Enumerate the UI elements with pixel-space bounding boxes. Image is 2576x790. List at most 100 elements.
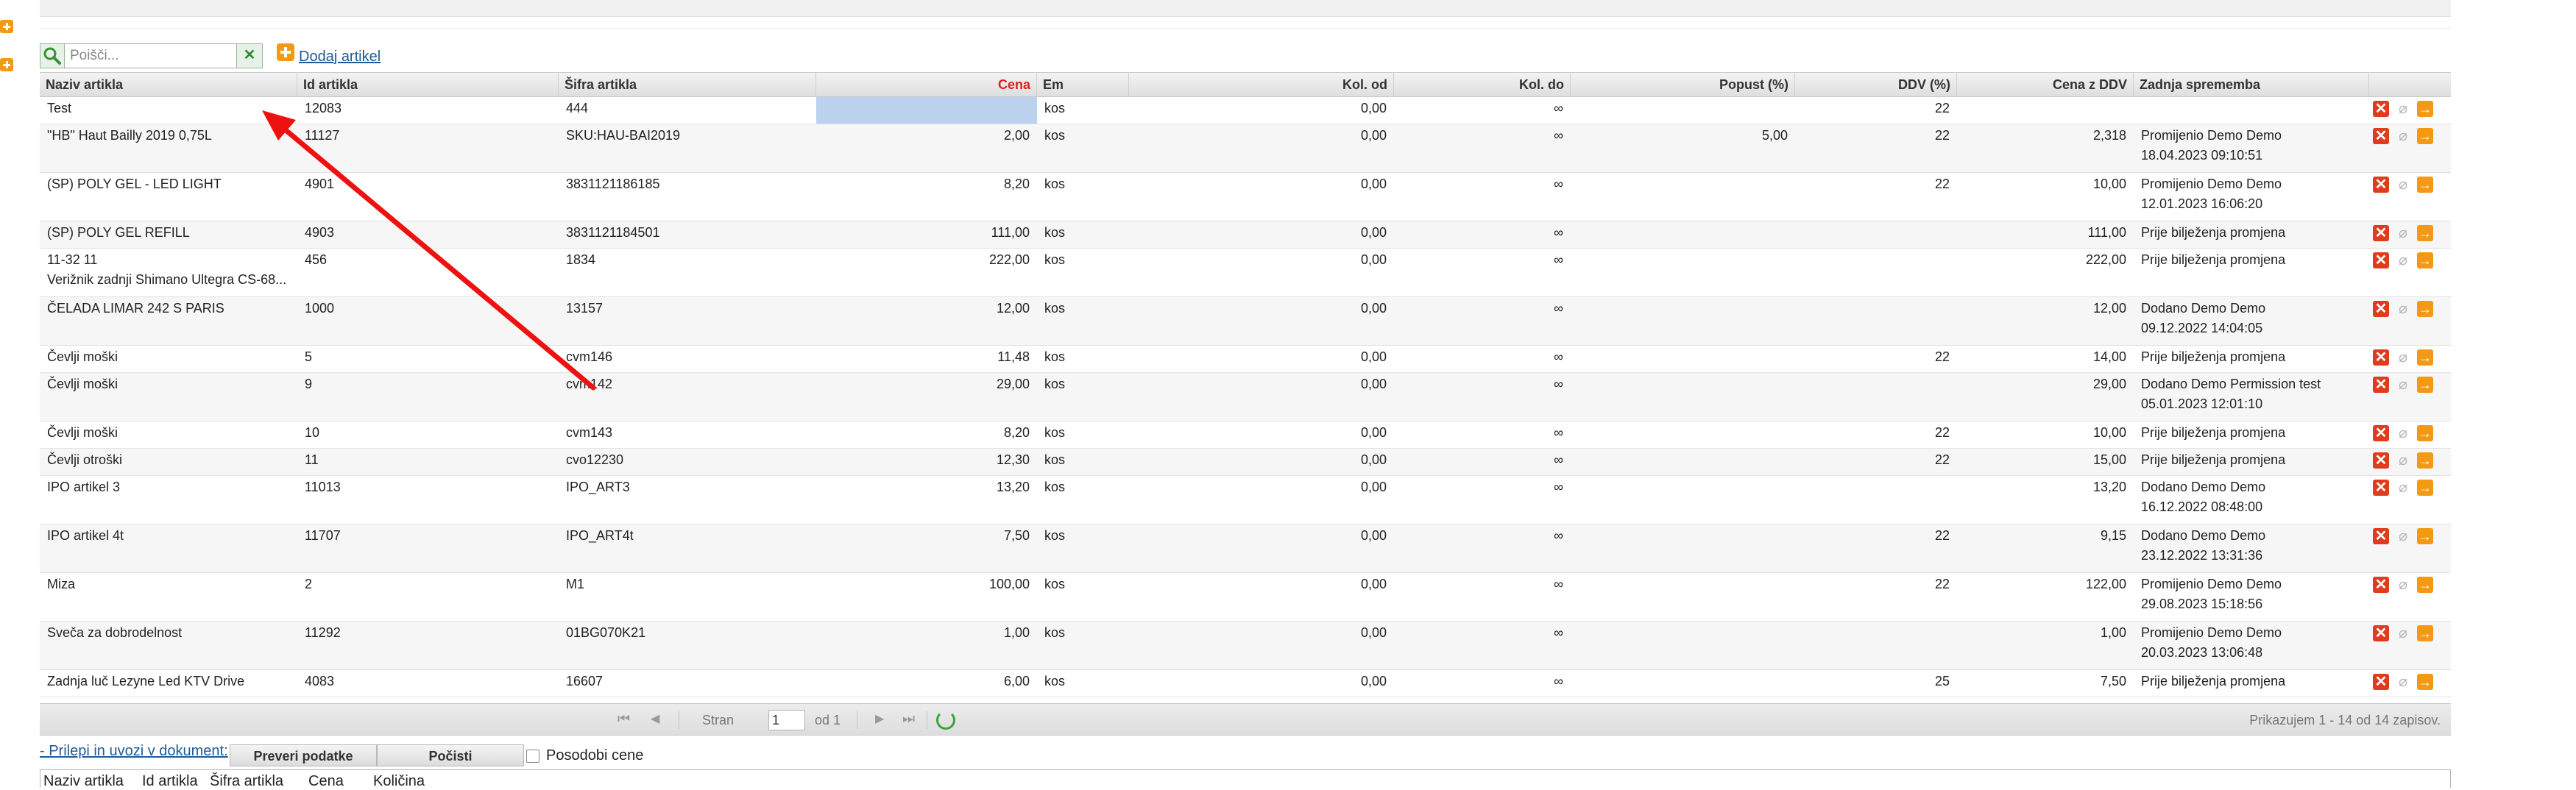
first-page-icon[interactable]: ⏮ (618, 712, 630, 727)
column-header-unit[interactable]: Em (1037, 73, 1129, 96)
cell-id: 2 (305, 577, 313, 591)
paperclip-icon[interactable]: ⌀ (2395, 528, 2411, 544)
table-row[interactable]: Čevlji otroški 11 cvo12230 12,30 kos 0,00 ∞ 22 1… (40, 449, 2451, 476)
cell-discount (1571, 670, 1795, 697)
open-arrow-icon[interactable]: → (2417, 528, 2433, 544)
next-page-icon[interactable]: ▶ (875, 712, 884, 727)
open-arrow-icon[interactable]: → (2417, 577, 2433, 593)
open-arrow-icon[interactable]: → (2417, 177, 2433, 193)
search-input[interactable] (66, 44, 232, 68)
delete-icon[interactable]: ✕ (2373, 480, 2389, 496)
delete-icon[interactable]: ✕ (2373, 252, 2389, 268)
row-actions: ✕ ⌀ → (2373, 301, 2446, 317)
table-row[interactable]: 11-32 11 Verižnik zadnji Shimano Ultegra… (40, 249, 2451, 297)
column-header-name[interactable]: Naziv artikla (40, 73, 297, 96)
cell-unit: kos (1044, 377, 1066, 391)
add-icon[interactable] (0, 58, 13, 71)
cell-discount (1571, 622, 1795, 669)
column-header-price-vat[interactable]: Cena z DDV (1957, 73, 2134, 96)
column-header-id[interactable]: Id artikla (297, 73, 559, 96)
open-arrow-icon[interactable]: → (2417, 252, 2433, 268)
table-row[interactable]: IPO artikel 3 11013 IPO_ART3 13,20 kos 0,00 ∞ 1… (40, 476, 2451, 524)
delete-icon[interactable]: ✕ (2373, 177, 2389, 193)
cell-id: 4083 (305, 674, 335, 688)
open-arrow-icon[interactable]: → (2417, 674, 2433, 690)
cell-name: Čevlji moški (47, 377, 118, 391)
delete-icon[interactable]: ✕ (2373, 128, 2389, 144)
paperclip-icon[interactable]: ⌀ (2395, 625, 2411, 641)
delete-icon[interactable]: ✕ (2373, 674, 2389, 690)
paste-area[interactable]: Naziv artikla Id artikla Šifra artikla C… (40, 769, 2451, 789)
delete-icon[interactable]: ✕ (2373, 452, 2389, 469)
open-arrow-icon[interactable]: → (2417, 128, 2433, 144)
paperclip-icon[interactable]: ⌀ (2395, 674, 2411, 690)
cell-last-change: Prije bilježenja promjena (2141, 225, 2286, 240)
open-arrow-icon[interactable]: → (2417, 349, 2433, 366)
open-arrow-icon[interactable]: → (2417, 101, 2433, 117)
column-header-discount[interactable]: Popust (%) (1571, 73, 1795, 96)
open-arrow-icon[interactable]: → (2417, 225, 2433, 241)
cell-qty-to: ∞ (1554, 577, 1563, 591)
paperclip-icon[interactable]: ⌀ (2395, 577, 2411, 593)
paperclip-icon[interactable]: ⌀ (2395, 349, 2411, 366)
add-article-link[interactable]: Dodaj artikel (299, 49, 381, 65)
paperclip-icon[interactable]: ⌀ (2395, 480, 2411, 496)
table-row[interactable]: ČELADA LIMAR 242 S PARIS 1000 13157 12,00 ko… (40, 297, 2451, 346)
check-data-button[interactable]: Preveri podatke (230, 744, 377, 766)
paperclip-icon[interactable]: ⌀ (2395, 225, 2411, 241)
page-number-input[interactable] (768, 710, 805, 730)
paperclip-icon[interactable]: ⌀ (2395, 452, 2411, 469)
clear-button[interactable]: Počisti (377, 744, 524, 766)
column-header-code[interactable]: Šifra artikla (559, 73, 816, 96)
add-icon[interactable] (0, 20, 13, 33)
delete-icon[interactable]: ✕ (2373, 101, 2389, 117)
table-row[interactable]: Čevlji moški 10 cvm143 8,20 kos 0,00 ∞ 22 10,00 P… (40, 421, 2451, 449)
delete-icon[interactable]: ✕ (2373, 301, 2389, 317)
table-row[interactable]: Čevlji moški 5 cvm146 11,48 kos 0,00 ∞ 22 14,00 P… (40, 346, 2451, 373)
open-arrow-icon[interactable]: → (2417, 480, 2433, 496)
paperclip-icon[interactable]: ⌀ (2395, 128, 2411, 144)
open-arrow-icon[interactable]: → (2417, 377, 2433, 393)
delete-icon[interactable]: ✕ (2373, 577, 2389, 593)
paperclip-icon[interactable]: ⌀ (2395, 101, 2411, 117)
column-header-last-change[interactable]: Zadnja sprememba (2134, 73, 2369, 96)
open-arrow-icon[interactable]: → (2417, 301, 2433, 317)
table-row[interactable]: Test 12083 444 kos 0,00 ∞ 22 ✕ ⌀ → (40, 97, 2451, 124)
table-row[interactable]: Čevlji moški 9 cvm142 29,00 kos 0,00 ∞ 29,00 Dod… (40, 373, 2451, 421)
paperclip-icon[interactable]: ⌀ (2395, 425, 2411, 441)
paperclip-icon[interactable]: ⌀ (2395, 301, 2411, 317)
cell-price[interactable] (816, 97, 1037, 124)
column-header-qty-to[interactable]: Kol. do (1394, 73, 1571, 96)
column-header-price[interactable]: Cena (816, 73, 1037, 96)
add-icon[interactable] (277, 43, 294, 61)
prev-page-icon[interactable]: ◀ (651, 712, 659, 727)
table-row[interactable]: (SP) POLY GEL - LED LIGHT 4901 38311211861… (40, 173, 2451, 221)
cell-last-change (2134, 97, 2369, 124)
open-arrow-icon[interactable]: → (2417, 625, 2433, 641)
paperclip-icon[interactable]: ⌀ (2395, 377, 2411, 393)
delete-icon[interactable]: ✕ (2373, 225, 2389, 241)
last-page-icon[interactable]: ⏭ (902, 712, 915, 727)
delete-icon[interactable]: ✕ (2373, 625, 2389, 641)
clear-search-button[interactable]: ✕ (236, 44, 262, 68)
delete-icon[interactable]: ✕ (2373, 377, 2389, 393)
delete-icon[interactable]: ✕ (2373, 528, 2389, 544)
open-arrow-icon[interactable]: → (2417, 425, 2433, 441)
paperclip-icon[interactable]: ⌀ (2395, 177, 2411, 193)
table-row[interactable]: Zadnja luč Lezyne Led KTV Drive 4083 16607… (40, 670, 2451, 697)
paperclip-icon[interactable]: ⌀ (2395, 252, 2411, 268)
table-row[interactable]: Sveča za dobrodelnost 11292 01BG070K21 1,00… (40, 622, 2451, 670)
column-header-vat[interactable]: DDV (%) (1795, 73, 1957, 96)
delete-icon[interactable]: ✕ (2373, 425, 2389, 441)
refresh-icon[interactable] (936, 711, 955, 730)
table-row[interactable]: IPO artikel 4t 11707 IPO_ART4t 7,50 kos 0,00 ∞… (40, 524, 2451, 573)
open-arrow-icon[interactable]: → (2417, 452, 2433, 469)
delete-icon[interactable]: ✕ (2373, 349, 2389, 366)
table-row[interactable]: Miza 2 M1 100,00 kos 0,00 ∞ 22 122,00 Promijenio … (40, 573, 2451, 622)
table-row[interactable]: "HB" Haut Bailly 2019 0,75L 11127 SKU:HAU-… (40, 124, 2451, 173)
update-prices-checkbox[interactable] (526, 750, 539, 763)
search-icon[interactable] (40, 44, 65, 68)
paste-import-link[interactable]: - Prilepi in uvozi v dokument: (40, 743, 228, 760)
column-header-qty-from[interactable]: Kol. od (1129, 73, 1394, 96)
table-row[interactable]: (SP) POLY GEL REFILL 4903 3831121184501 111… (40, 221, 2451, 249)
